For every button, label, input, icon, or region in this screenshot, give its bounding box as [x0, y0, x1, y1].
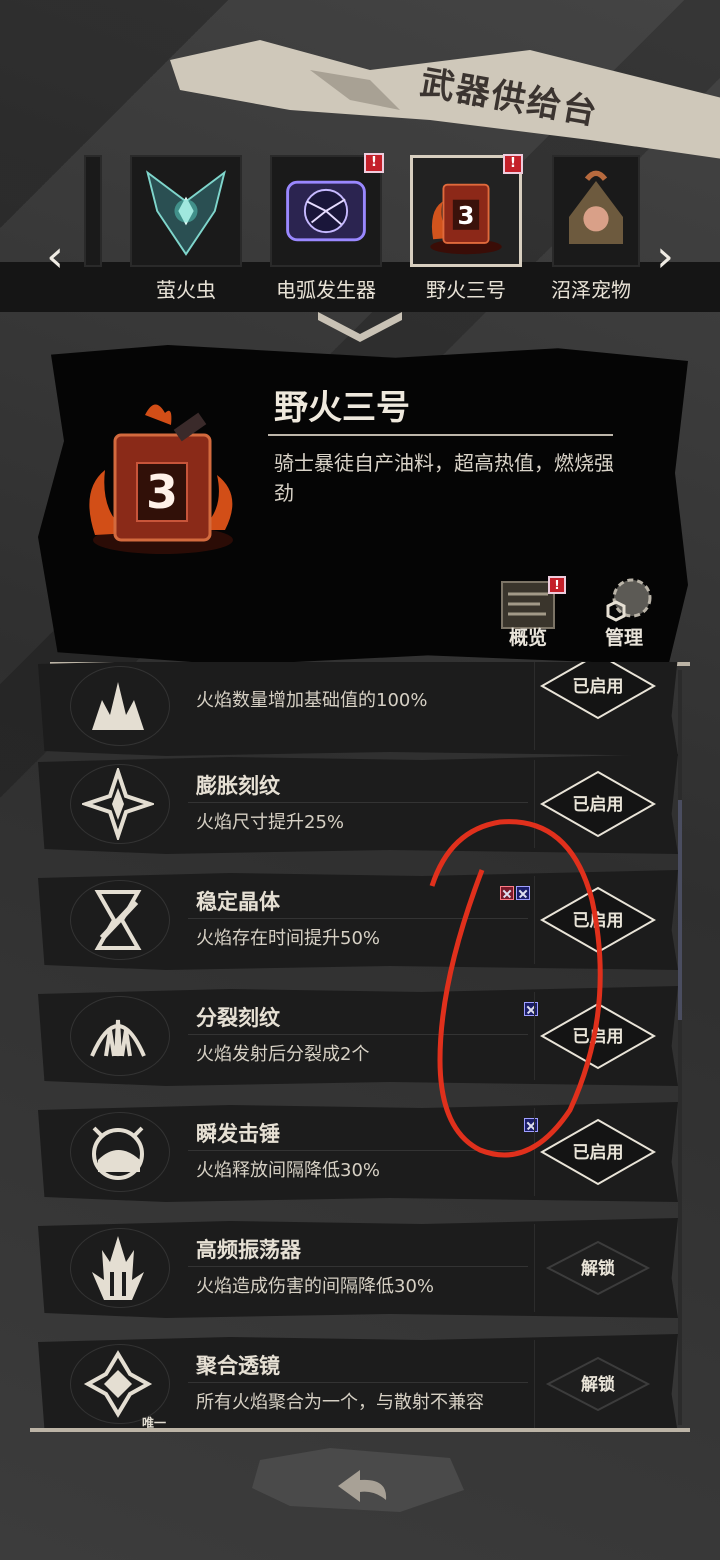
- weapon-name: 野火三号: [274, 388, 410, 428]
- upgrade-name: 瞬发击锤: [196, 1122, 280, 1146]
- weapon-description: 骑士暴徒自产油料，超高热值，燃烧强劲: [274, 451, 614, 505]
- prev-arrow-icon[interactable]: ‹: [40, 232, 70, 282]
- upgrade-desc: 所有火焰聚合为一个，与散射不兼容: [196, 1392, 484, 1413]
- multiply-flame-icon: [92, 682, 144, 730]
- overview-label: 概览: [508, 627, 547, 649]
- status-enabled-button[interactable]: 已启用: [538, 884, 658, 956]
- upgrade-name: 聚合透镜: [196, 1354, 280, 1378]
- converge-lens-icon: [83, 1350, 153, 1418]
- blue-tag-icon: [516, 886, 530, 900]
- divider: [534, 1340, 535, 1428]
- weapon-tab-firefly[interactable]: [130, 155, 242, 267]
- wildfire-detail-icon: 3: [89, 404, 233, 554]
- upgrade-name: 膨胀刻纹: [196, 774, 280, 798]
- status-enabled-button[interactable]: 已启用: [538, 1116, 658, 1188]
- svg-text:3: 3: [146, 465, 178, 519]
- weapon-tab-arc-generator[interactable]: !: [270, 153, 384, 267]
- tab-label-swamp-pet: 沼泽宠物: [551, 278, 631, 302]
- status-label: 解锁: [581, 1375, 615, 1395]
- divider: [534, 760, 535, 848]
- weapon-tab-wildfire[interactable]: 3 !: [410, 154, 523, 267]
- divider: [188, 918, 528, 919]
- divider: [188, 802, 528, 803]
- divider: [534, 876, 535, 964]
- status-enabled-button[interactable]: 已启用: [538, 768, 658, 840]
- status-label: 已启用: [572, 1027, 624, 1047]
- tab-label-wildfire: 野火三号: [426, 278, 506, 302]
- upgrade-desc: 火焰尺寸提升25%: [196, 812, 345, 833]
- tab-label-arc-generator: 电弧发生器: [276, 278, 376, 302]
- upgrade-row[interactable]: 膨胀刻纹 火焰尺寸提升25% 已启用: [38, 754, 678, 854]
- split-rune-icon: [90, 1019, 146, 1057]
- hammer-gauge-icon: [92, 1126, 144, 1180]
- divider: [534, 1108, 535, 1196]
- upgrade-desc: 火焰数量增加基础值的100%: [196, 690, 428, 711]
- manage-label: 管理: [604, 627, 643, 649]
- modifier-tags: [524, 1118, 538, 1134]
- list-scrollbar[interactable]: [678, 670, 682, 1425]
- divider: [534, 662, 535, 750]
- divider: [534, 1224, 535, 1312]
- upgrade-desc: 火焰造成伤害的间隔降低30%: [196, 1276, 435, 1297]
- upgrade-row[interactable]: 分裂刻纹 火焰发射后分裂成2个 已启用: [38, 986, 678, 1086]
- swamp-pet-icon: [569, 170, 623, 244]
- scrollbar-thumb[interactable]: [678, 800, 682, 1020]
- upgrade-name: 分裂刻纹: [196, 1006, 280, 1030]
- back-button[interactable]: [250, 1440, 470, 1520]
- new-badge: !: [364, 153, 384, 173]
- unlock-button[interactable]: 解锁: [538, 1232, 658, 1304]
- divider: [188, 1034, 528, 1035]
- new-badge: !: [548, 576, 566, 594]
- svg-text:3: 3: [457, 201, 474, 230]
- red-tag-icon: [500, 886, 514, 900]
- upgrade-desc: 火焰存在时间提升50%: [196, 928, 381, 949]
- modifier-tags: [524, 1002, 538, 1018]
- upgrade-name: 稳定晶体: [196, 890, 280, 914]
- upgrade-desc: 火焰发射后分裂成2个: [196, 1044, 370, 1065]
- new-badge: !: [503, 154, 523, 174]
- unique-tag: 唯一: [142, 1416, 167, 1430]
- weapon-tab-partial[interactable]: [84, 155, 102, 267]
- weapon-tab-swamp-pet[interactable]: [552, 155, 640, 267]
- chevron-down-icon: [318, 312, 402, 342]
- upgrade-desc: 火焰释放间隔降低30%: [196, 1160, 381, 1181]
- divider: [188, 1266, 528, 1267]
- blue-tag-icon: [524, 1118, 538, 1132]
- upgrade-name: 高频振荡器: [196, 1238, 301, 1262]
- status-label: 已启用: [572, 911, 624, 931]
- manage-button[interactable]: 管理: [592, 576, 656, 652]
- status-enabled-button[interactable]: 已启用: [538, 662, 658, 722]
- status-label: 已启用: [572, 1143, 624, 1163]
- expand-rune-icon: [82, 768, 154, 840]
- oscillator-icon: [92, 1236, 144, 1300]
- upgrade-row[interactable]: 稳定晶体 火焰存在时间提升50% 已启用: [38, 870, 678, 970]
- unlock-button[interactable]: 解锁: [538, 1348, 658, 1420]
- next-arrow-icon[interactable]: ›: [650, 232, 680, 282]
- status-enabled-button[interactable]: 已启用: [538, 1000, 658, 1072]
- tab-label-firefly: 萤火虫: [156, 278, 216, 302]
- wildfire-fuel-can-icon: 3: [430, 183, 502, 255]
- upgrade-row[interactable]: 唯一 聚合透镜 所有火焰聚合为一个，与散射不兼容 解锁: [38, 1334, 678, 1432]
- status-label: 已启用: [572, 795, 624, 815]
- divider: [534, 992, 535, 1080]
- firefly-icon: [146, 170, 226, 256]
- divider: [268, 434, 613, 436]
- divider: [188, 1382, 528, 1383]
- overview-button[interactable]: ! 概览: [496, 576, 566, 652]
- status-label: 已启用: [572, 677, 624, 697]
- upgrade-row[interactable]: 火焰数量增加基础值的100% 已启用: [38, 662, 678, 756]
- upgrade-row[interactable]: 高频振荡器 火焰造成伤害的间隔降低30% 解锁: [38, 1218, 678, 1318]
- divider: [188, 1150, 528, 1151]
- blue-tag-icon: [524, 1002, 538, 1016]
- arc-generator-icon: [286, 180, 366, 242]
- modifier-tags: [500, 886, 530, 902]
- upgrade-row[interactable]: 瞬发击锤 火焰释放间隔降低30% 已启用: [38, 1102, 678, 1202]
- hourglass-crystal-icon: [94, 890, 142, 950]
- upgrade-list[interactable]: 火焰数量增加基础值的100% 已启用 膨胀刻纹 火焰尺寸提升25% 已启用 稳定…: [30, 662, 690, 1432]
- status-label: 解锁: [581, 1259, 615, 1279]
